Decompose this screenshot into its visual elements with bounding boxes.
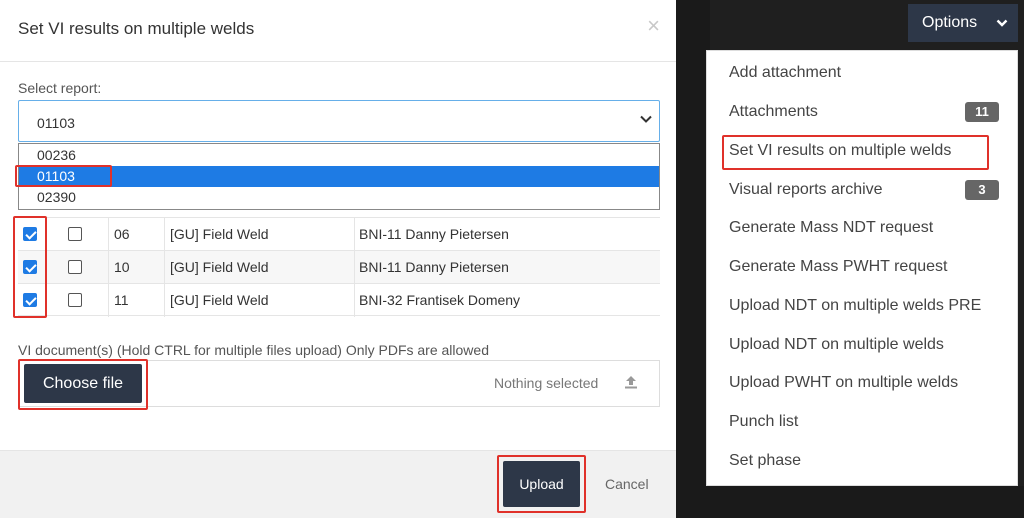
modal-header: Set VI results on multiple welds × (0, 0, 676, 62)
report-option[interactable]: 02390 (19, 187, 659, 208)
menu-item-generate-mass-pwht[interactable]: Generate Mass PWHT request (729, 258, 947, 276)
report-select[interactable]: 01103 (18, 100, 660, 142)
options-button[interactable]: Options (908, 4, 1018, 42)
menu-item-set-phase[interactable]: Set phase (729, 452, 801, 470)
options-button-label: Options (922, 14, 978, 31)
nothing-selected-text: Nothing selected (494, 375, 599, 391)
menu-item-visual-reports-archive[interactable]: Visual reports archive (729, 181, 883, 199)
attachments-count-badge: 11 (965, 102, 999, 122)
welder: BNI-32 Frantisek Domeny (359, 292, 521, 308)
menu-item-upload-pwht[interactable]: Upload PWHT on multiple welds (729, 374, 958, 392)
visual-reports-count-badge: 3 (965, 180, 999, 200)
menu-item-upload-ndt[interactable]: Upload NDT on multiple welds (729, 336, 944, 354)
row-select-checkbox[interactable] (68, 227, 82, 241)
welder: BNI-11 Danny Pietersen (359, 259, 509, 275)
table-row[interactable]: 10 [GU] Field Weld BNI-11 Danny Pieterse… (18, 250, 660, 284)
row-select-checkbox[interactable] (68, 293, 82, 307)
vi-document-label: VI document(s) (Hold CTRL for multiple f… (18, 342, 489, 358)
table-row[interactable]: 06 [GU] Field Weld BNI-11 Danny Pieterse… (18, 217, 660, 251)
menu-item-add-attachment[interactable]: Add attachment (729, 64, 841, 82)
choose-file-button[interactable]: Choose file (24, 364, 142, 403)
chevron-down-icon (640, 115, 652, 123)
set-vi-results-modal: Set VI results on multiple welds × Selec… (0, 0, 676, 518)
select-report-label: Select report: (18, 80, 102, 96)
row-checkbox[interactable] (23, 227, 37, 241)
weld-number: 06 (114, 226, 130, 242)
menu-item-upload-ndt-pre[interactable]: Upload NDT on multiple welds PRE (729, 297, 981, 315)
weld-number: 10 (114, 259, 130, 275)
cancel-button[interactable]: Cancel (605, 476, 649, 492)
background-divider (676, 0, 710, 518)
chevron-down-icon (996, 19, 1008, 27)
menu-item-punch-list[interactable]: Punch list (729, 413, 798, 431)
background-bottom (706, 486, 1024, 518)
menu-item-generate-mass-ndt[interactable]: Generate Mass NDT request (729, 219, 933, 237)
row-select-checkbox[interactable] (68, 260, 82, 274)
row-checkbox[interactable] (23, 293, 37, 307)
report-option[interactable]: 00236 (19, 145, 659, 166)
report-dropdown-list: 00236 01103 02390 (18, 143, 660, 210)
upload-button[interactable]: Upload (503, 461, 580, 507)
welder: BNI-11 Danny Pietersen (359, 226, 509, 242)
modal-title: Set VI results on multiple welds (18, 19, 255, 38)
options-dropdown-menu: Add attachment Attachments 11 Set VI res… (706, 50, 1018, 486)
weld-type: [GU] Field Weld (170, 226, 269, 242)
upload-icon (625, 376, 637, 389)
report-option-selected[interactable]: 01103 (19, 166, 659, 187)
weld-number: 11 (114, 292, 129, 308)
close-icon[interactable]: × (647, 15, 660, 37)
menu-item-attachments[interactable]: Attachments (729, 103, 818, 121)
weld-type: [GU] Field Weld (170, 259, 269, 275)
row-checkbox[interactable] (23, 260, 37, 274)
table-row[interactable]: 11 [GU] Field Weld BNI-32 Frantisek Dome… (18, 283, 660, 317)
menu-item-set-vi-results[interactable]: Set VI results on multiple welds (729, 142, 951, 160)
report-select-value: 01103 (37, 115, 75, 131)
weld-type: [GU] Field Weld (170, 292, 269, 308)
